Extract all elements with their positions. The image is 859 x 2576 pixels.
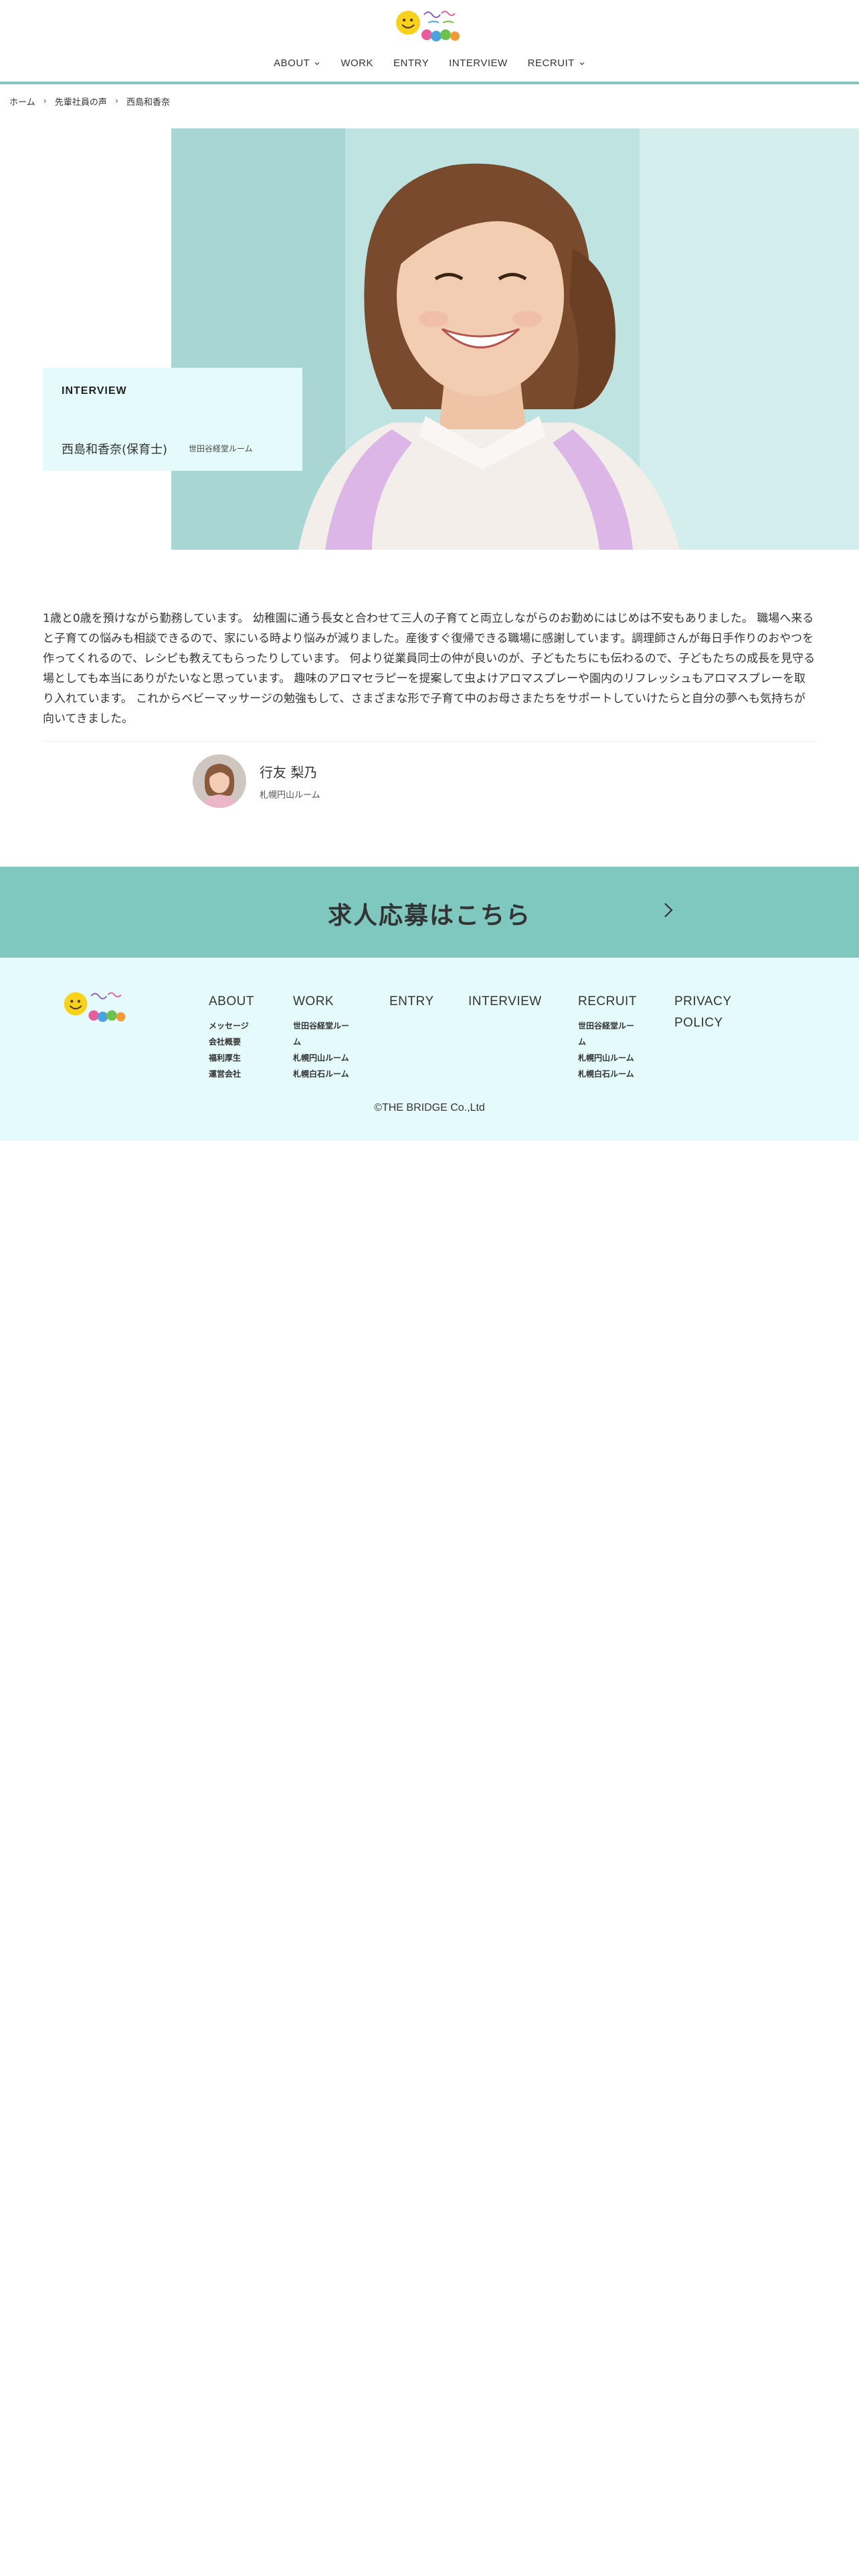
nav-about[interactable]: ABOUT: [274, 58, 320, 69]
interview-tag: INTERVIEW: [62, 385, 127, 397]
footer-col-entry: ENTRY: [389, 991, 456, 1012]
nav-work[interactable]: WORK: [341, 58, 373, 69]
nav-entry-label: ENTRY: [393, 58, 430, 69]
interviewee-name: 西島和香奈(保育士): [62, 443, 168, 457]
nav-recruit-label: RECRUIT: [527, 58, 575, 69]
breadcrumb: ホーム › 先輩社員の声 › 西島和香奈: [9, 95, 170, 108]
nav-interview[interactable]: INTERVIEW: [449, 58, 508, 69]
footer-link[interactable]: 札幌円山ルーム: [578, 1050, 645, 1066]
footer-col-about: ABOUT メッセージ 会社概要 福利厚生 運営会社: [209, 991, 282, 1082]
chevron-down-icon: [579, 62, 585, 65]
apply-cta-label: 求人応募はこちら: [327, 902, 531, 930]
footer-col-title[interactable]: ENTRY: [389, 991, 456, 1012]
site-footer: ABOUT メッセージ 会社概要 福利厚生 運営会社 WORK 世田谷経堂ルー …: [0, 958, 859, 1141]
footer-col-work: WORK 世田谷経堂ルー ム 札幌円山ルーム 札幌白石ルーム: [293, 991, 360, 1082]
hero-photo: [171, 128, 859, 550]
breadcrumb-separator: ›: [43, 96, 47, 106]
footer-col-privacy: PRIVACY POLICY: [674, 991, 748, 1034]
footer-col-title[interactable]: RECRUIT: [578, 991, 645, 1012]
nav-about-label: ABOUT: [274, 58, 310, 69]
breadcrumb-home[interactable]: ホーム: [9, 95, 35, 108]
footer-col-title[interactable]: WORK: [293, 991, 360, 1012]
footer-link[interactable]: 会社概要: [209, 1034, 282, 1050]
chevron-right-icon: [664, 903, 673, 918]
interviewee-room: 世田谷経堂ルーム: [189, 444, 253, 453]
apply-cta-button[interactable]: 求人応募はこちら: [0, 867, 859, 958]
footer-col-title[interactable]: ABOUT: [209, 991, 282, 1012]
footer-col-title[interactable]: INTERVIEW: [468, 991, 562, 1012]
footer-link[interactable]: 世田谷経堂ルー ム: [578, 1018, 645, 1050]
footer-link[interactable]: 運営会社: [209, 1066, 282, 1082]
breadcrumb-current: 西島和香奈: [126, 98, 171, 108]
avatar: [193, 754, 246, 808]
footer-col-interview: INTERVIEW: [468, 991, 562, 1012]
interview-intro-card: INTERVIEW 西島和香奈(保育士) 世田谷経堂ルーム: [43, 368, 302, 471]
footer-col-title[interactable]: PRIVACY POLICY: [674, 991, 748, 1034]
breadcrumb-separator: ›: [114, 96, 119, 106]
nav-recruit[interactable]: RECRUIT: [528, 58, 585, 69]
nav-entry[interactable]: ENTRY: [393, 58, 429, 69]
footer-link[interactable]: メッセージ: [209, 1018, 282, 1034]
breadcrumb-parent[interactable]: 先輩社員の声: [55, 95, 107, 108]
footer-col-recruit: RECRUIT 世田谷経堂ルー ム 札幌円山ルーム 札幌白石ルーム: [578, 991, 645, 1082]
nav-work-label: WORK: [341, 58, 374, 69]
other-staff-room: 札幌円山ルーム: [260, 790, 320, 800]
other-staff-card[interactable]: 行友 梨乃 札幌円山ルーム: [193, 754, 320, 808]
interview-body-text: 1歳と0歳を預けながら勤務しています。 幼稚園に通う長女と合わせて三人の子育てと…: [43, 612, 816, 726]
footer-link[interactable]: 世田谷経堂ルー ム: [293, 1018, 360, 1050]
chevron-down-icon: [314, 62, 320, 65]
footer-link[interactable]: 札幌白石ルーム: [578, 1066, 645, 1082]
footer-logo[interactable]: [59, 987, 134, 1025]
other-staff-name: 行友 梨乃: [260, 764, 318, 780]
other-staff-info: 行友 梨乃 札幌円山ルーム: [260, 762, 320, 800]
divider: [43, 741, 816, 742]
footer-link[interactable]: 札幌白石ルーム: [293, 1066, 360, 1082]
copyright: ©THE BRIDGE Co.,Ltd: [374, 1102, 485, 1113]
footer-link[interactable]: 札幌円山ルーム: [293, 1050, 360, 1066]
footer-link[interactable]: 福利厚生: [209, 1050, 282, 1066]
nav-interview-label: INTERVIEW: [449, 58, 508, 69]
main-nav: ABOUT WORK ENTRY INTERVIEW RECRUIT: [0, 58, 859, 69]
site-header: ABOUT WORK ENTRY INTERVIEW RECRUIT: [0, 0, 859, 84]
site-logo[interactable]: [392, 5, 467, 44]
